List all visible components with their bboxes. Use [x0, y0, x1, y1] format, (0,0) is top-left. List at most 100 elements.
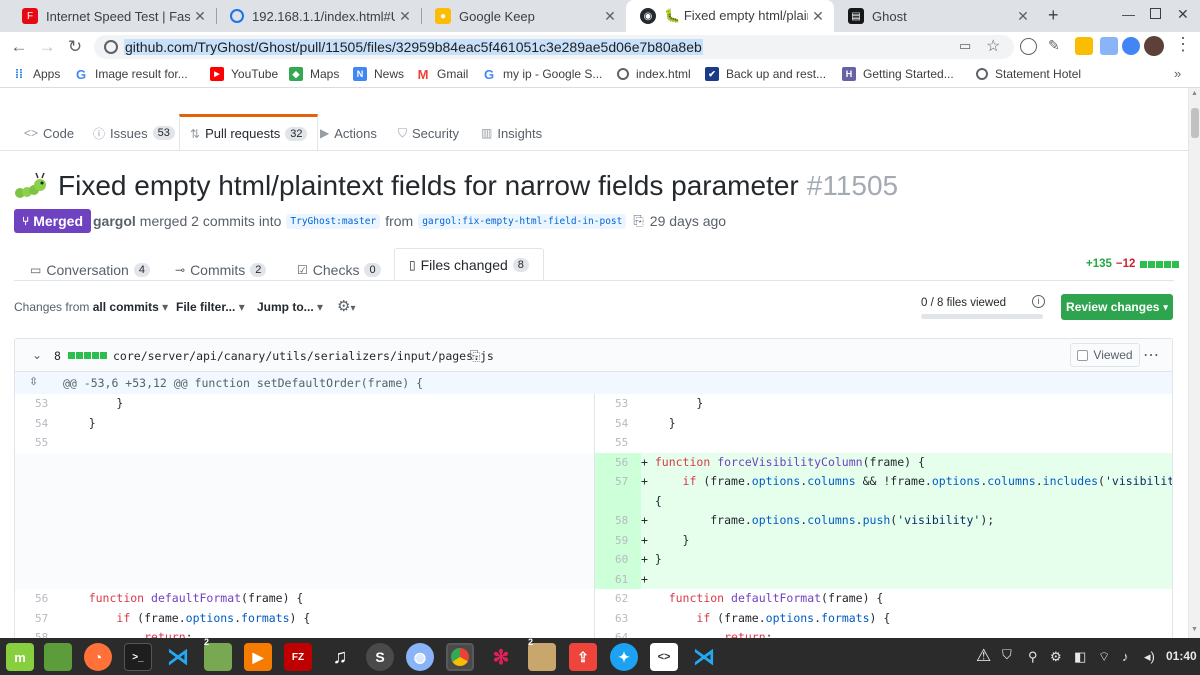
old-line-number[interactable] [15, 530, 61, 550]
repo-nav-pull-requests[interactable]: ⇅ Pull requests 32 [179, 114, 319, 150]
bookmark-index[interactable]: index.html [617, 67, 691, 81]
viewed-checkbox[interactable]: Viewed [1070, 343, 1140, 367]
avatar[interactable] [1144, 36, 1164, 56]
warning-icon[interactable]: ⚠ [976, 646, 991, 666]
chromium-icon[interactable]: ◍ [406, 643, 434, 671]
head-branch[interactable]: gargol:fix-empty-html-field-in-post [418, 213, 627, 229]
tab-checks[interactable]: ☑ Checks 0 [297, 260, 381, 280]
new-line-number[interactable]: 61 [595, 569, 641, 589]
file-path[interactable]: core/server/api/canary/utils/serializers… [113, 349, 494, 363]
chrome-icon[interactable] [446, 643, 474, 671]
address-url[interactable]: github.com/TryGhost/Ghost/pull/11505/fil… [124, 39, 703, 55]
more-options-icon[interactable]: ⋯ [1143, 345, 1159, 365]
close-icon[interactable]: ✕ [600, 8, 620, 25]
reload-icon[interactable]: ↻ [64, 36, 86, 58]
shield-icon[interactable]: ⛉ [1002, 647, 1012, 663]
new-line-number[interactable]: 62 [595, 589, 641, 609]
close-icon[interactable]: ✕ [808, 8, 828, 25]
location-icon[interactable]: ⚲ [1028, 649, 1038, 665]
copy-icon[interactable]: ⎘ [470, 348, 480, 364]
extension-icon[interactable] [1100, 37, 1118, 55]
new-line-number[interactable]: 59 [595, 530, 641, 550]
minimize-icon[interactable]: — [1122, 7, 1135, 22]
repo-nav-issues[interactable]: ⓘ Issues 53 [93, 116, 175, 150]
new-line-number[interactable]: 56 [595, 452, 641, 472]
old-line-number[interactable] [15, 472, 61, 492]
copy-icon[interactable]: ⎘ [633, 213, 643, 229]
new-tab-icon[interactable]: + [1048, 5, 1059, 26]
page-scrollbar[interactable]: ▲ ▼ [1188, 88, 1200, 638]
old-line-number[interactable] [15, 491, 61, 511]
terminal-icon[interactable]: >_ [124, 643, 152, 671]
old-line-number[interactable]: 55 [15, 433, 61, 453]
old-line-number[interactable]: 56 [15, 589, 61, 609]
bookmark-gmail[interactable]: M Gmail [416, 67, 469, 82]
mint-menu-icon[interactable]: m [6, 643, 34, 671]
back-icon[interactable]: ← [8, 36, 30, 58]
new-line-number[interactable] [595, 491, 641, 511]
extension-icon[interactable] [1075, 37, 1093, 55]
tab-keep[interactable]: ● Google Keep ✕ [421, 0, 626, 32]
old-line-number[interactable] [15, 569, 61, 589]
base-branch[interactable]: TryGhost:master [286, 213, 381, 229]
close-icon[interactable]: ✕ [1013, 8, 1033, 25]
bookmark-maps[interactable]: ◆ Maps [289, 67, 339, 81]
bookmark-apps[interactable]: ⁞⁞ Apps [12, 67, 60, 81]
firefox-icon[interactable]: ◔ [84, 643, 112, 671]
more-bookmarks-icon[interactable]: » [1174, 66, 1181, 81]
repo-nav-security[interactable]: ⛉ Security [398, 116, 459, 150]
filezilla-icon[interactable]: FZ [284, 643, 312, 671]
new-line-number[interactable]: 64 [595, 628, 641, 638]
tab-ghost[interactable]: ▤ Ghost ✕ [834, 0, 1039, 32]
repo-nav-actions[interactable]: ▶ Actions [320, 116, 377, 150]
address-bar[interactable]: github.com/TryGhost/Ghost/pull/11505/fil… [94, 35, 1014, 59]
old-line-number[interactable] [15, 550, 61, 570]
close-icon[interactable]: ✕ [395, 8, 415, 25]
vscode-icon[interactable]: ⋊ [164, 643, 192, 671]
new-line-number[interactable]: 55 [595, 433, 641, 453]
new-line-number[interactable]: 60 [595, 550, 641, 570]
twitter-icon[interactable]: ✦ [610, 643, 638, 671]
tab-commits[interactable]: ⊸ Commits 2 [175, 260, 267, 280]
tab-fast[interactable]: F Internet Speed Test | Fast.com ✕ [8, 0, 216, 32]
repo-nav-code[interactable]: <> Code [24, 116, 74, 150]
new-line-number[interactable]: 53 [595, 394, 641, 414]
tab-router[interactable]: 192.168.1.1/index.html#USSD ✕ [216, 0, 421, 32]
jump-to-dropdown[interactable]: Jump to... ▾ [257, 300, 323, 314]
cast-icon[interactable]: ▭ [959, 38, 971, 54]
maximize-icon[interactable] [1150, 8, 1161, 19]
old-line-number[interactable] [15, 511, 61, 531]
window-close-icon[interactable]: ✕ [1177, 6, 1189, 23]
tab-conversation[interactable]: ▭ Conversation 4 [30, 260, 150, 280]
review-changes-button[interactable]: Review changes ▾ [1061, 294, 1173, 320]
tab-github[interactable]: ◉ 🐛 Fixed empty html/plaintext ✕ [626, 0, 834, 32]
changes-from-dropdown[interactable]: Changes from all commits ▾ [14, 300, 168, 314]
new-line-number[interactable]: 58 [595, 511, 641, 531]
vpn-icon[interactable]: ◧ [1074, 649, 1086, 665]
scroll-up-icon[interactable]: ▲ [1191, 90, 1198, 97]
kebab-menu-icon[interactable]: ⋮ [1174, 34, 1192, 55]
close-icon[interactable]: ✕ [190, 8, 210, 25]
archive-icon[interactable]: 2 [528, 637, 556, 671]
info-icon[interactable]: i [1032, 295, 1045, 308]
bookmark-image-result[interactable]: G Image result for... [74, 67, 188, 82]
new-line-number[interactable]: 63 [595, 609, 641, 629]
desktop-icon[interactable] [44, 643, 72, 671]
volume-icon[interactable]: ◂) [1144, 649, 1155, 665]
music-icon[interactable]: ♫ [326, 643, 354, 671]
settings-icon[interactable]: ⚙ [1050, 649, 1062, 665]
clock[interactable]: 01:40 [1166, 649, 1197, 663]
extension-icon[interactable] [1122, 37, 1140, 55]
star-icon[interactable]: ☆ [986, 36, 1000, 56]
expand-icon[interactable]: ⇳ [29, 375, 38, 388]
music-note-icon[interactable]: ♪ [1122, 649, 1129, 664]
old-line-number[interactable]: 57 [15, 609, 61, 629]
bookmark-backup[interactable]: ✔ Back up and rest... [705, 67, 826, 81]
scroll-down-icon[interactable]: ▼ [1191, 626, 1198, 633]
forward-icon[interactable]: → [36, 36, 58, 58]
new-line-number[interactable]: 54 [595, 414, 641, 434]
file-filter-dropdown[interactable]: File filter... ▾ [176, 300, 245, 314]
tab-files-changed[interactable]: ▯ Files changed 8 [394, 248, 544, 280]
sublime-icon[interactable]: S [366, 643, 394, 671]
slack-icon[interactable]: ✻ [487, 643, 515, 671]
